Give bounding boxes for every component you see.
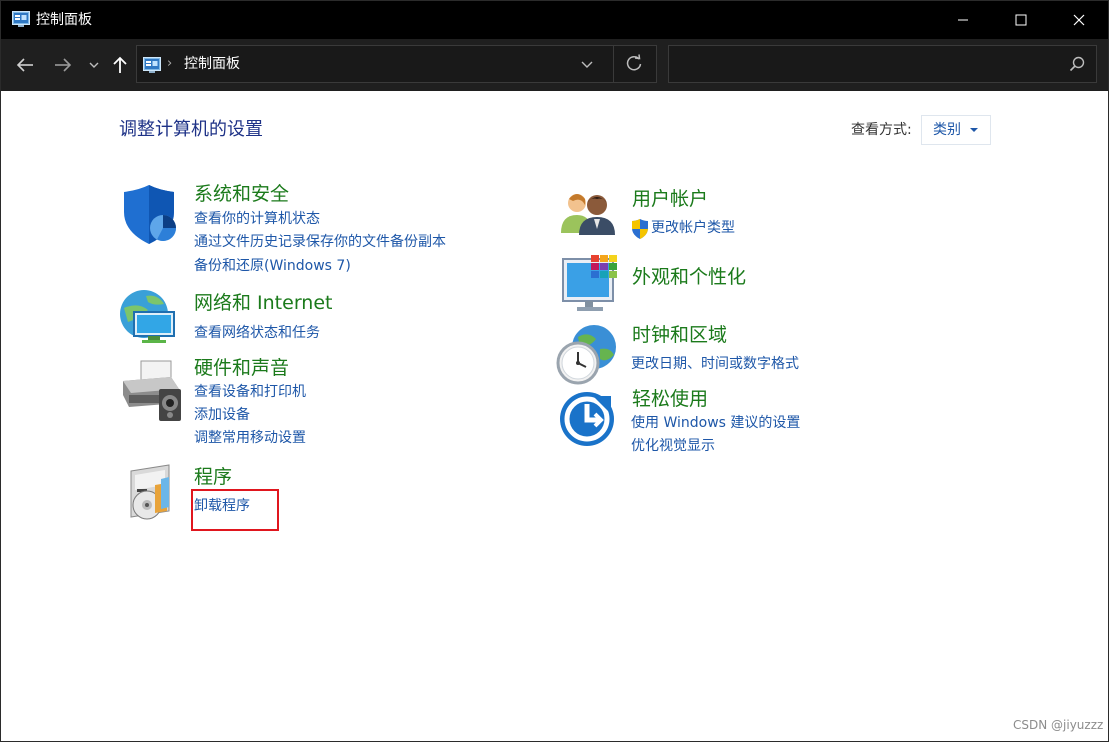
- link-optimize-visual-display[interactable]: 优化视觉显示: [631, 437, 715, 455]
- view-by-dropdown[interactable]: 类别: [921, 115, 991, 145]
- title-bar[interactable]: 控制面板: [1, 1, 1108, 39]
- category-title-hardware[interactable]: 硬件和声音: [194, 356, 289, 380]
- search-box[interactable]: [668, 45, 1097, 83]
- network-icon[interactable]: [118, 288, 182, 352]
- shield-icon[interactable]: [121, 184, 185, 248]
- page-title: 调整计算机的设置: [119, 119, 263, 140]
- control-panel-icon: [12, 11, 30, 27]
- arrow-right-icon: [55, 58, 72, 72]
- view-by-label: 查看方式:: [851, 122, 912, 138]
- category-title-ease-access[interactable]: 轻松使用: [632, 387, 708, 411]
- control-panel-icon: [143, 57, 161, 73]
- link-view-computer-status[interactable]: 查看你的计算机状态: [194, 210, 320, 228]
- forward-button[interactable]: [47, 39, 79, 91]
- category-title-programs[interactable]: 程序: [194, 465, 232, 489]
- up-button[interactable]: [105, 39, 135, 91]
- close-button[interactable]: [1050, 1, 1108, 39]
- arrow-up-icon: [113, 56, 127, 73]
- address-divider: [613, 46, 614, 82]
- chevron-down-icon: [89, 62, 99, 68]
- link-add-device[interactable]: 添加设备: [194, 406, 250, 424]
- maximize-button[interactable]: [992, 1, 1050, 39]
- category-title-appearance[interactable]: 外观和个性化: [632, 265, 746, 289]
- breadcrumb-separator[interactable]: ›: [167, 56, 172, 71]
- close-icon: [1073, 14, 1085, 26]
- arrow-left-icon: [16, 58, 33, 72]
- caret-down-icon: [970, 128, 978, 132]
- link-file-history[interactable]: 通过文件历史记录保存你的文件备份副本: [194, 233, 446, 251]
- link-change-account-type[interactable]: 更改帐户类型: [651, 219, 735, 237]
- uac-shield-icon: [632, 219, 648, 239]
- chevron-down-icon: [581, 61, 593, 68]
- link-change-date-time-format[interactable]: 更改日期、时间或数字格式: [631, 355, 799, 373]
- refresh-icon: [626, 54, 642, 71]
- printer-icon[interactable]: [119, 359, 183, 423]
- category-title-user-accounts[interactable]: 用户帐户: [632, 187, 708, 211]
- back-button[interactable]: [9, 39, 41, 91]
- ease-of-access-icon[interactable]: [559, 390, 623, 454]
- breadcrumb-control-panel[interactable]: 控制面板: [184, 56, 240, 73]
- navigation-bar: › 控制面板: [1, 39, 1108, 91]
- category-title-network[interactable]: 网络和 Internet: [194, 291, 332, 315]
- minimize-button[interactable]: [934, 1, 992, 39]
- watermark: CSDN @jiyuzzz: [1013, 718, 1104, 732]
- link-backup-restore[interactable]: 备份和还原(Windows 7): [194, 257, 351, 275]
- link-mobility-settings[interactable]: 调整常用移动设置: [194, 429, 306, 447]
- programs-icon[interactable]: [125, 463, 189, 527]
- address-bar[interactable]: › 控制面板: [136, 45, 657, 83]
- control-panel-window: 控制面板 › 控制面板 调整计算机的设置 查看方式: 类别 系统和安全 查看你的…: [0, 0, 1109, 742]
- view-by-value: 类别: [933, 122, 961, 138]
- link-network-status[interactable]: 查看网络状态和任务: [194, 324, 320, 342]
- users-icon[interactable]: [559, 189, 623, 253]
- content-area: 调整计算机的设置 查看方式: 类别 系统和安全 查看你的计算机状态 通过文件历史…: [1, 91, 1108, 741]
- search-icon[interactable]: [1069, 56, 1085, 76]
- category-title-clock-region[interactable]: 时钟和区域: [632, 323, 727, 347]
- appearance-icon[interactable]: [561, 253, 625, 317]
- category-title-system-security[interactable]: 系统和安全: [194, 182, 289, 206]
- clock-globe-icon[interactable]: [556, 323, 620, 387]
- recent-locations-button[interactable]: [85, 39, 103, 91]
- link-devices-printers[interactable]: 查看设备和打印机: [194, 383, 306, 401]
- maximize-icon: [1015, 14, 1027, 26]
- window-title: 控制面板: [36, 12, 92, 28]
- highlight-box: [191, 489, 279, 531]
- minimize-icon: [958, 19, 968, 21]
- refresh-button[interactable]: [625, 54, 643, 76]
- link-windows-recommended-settings[interactable]: 使用 Windows 建议的设置: [631, 414, 800, 432]
- address-history-button[interactable]: [581, 55, 593, 77]
